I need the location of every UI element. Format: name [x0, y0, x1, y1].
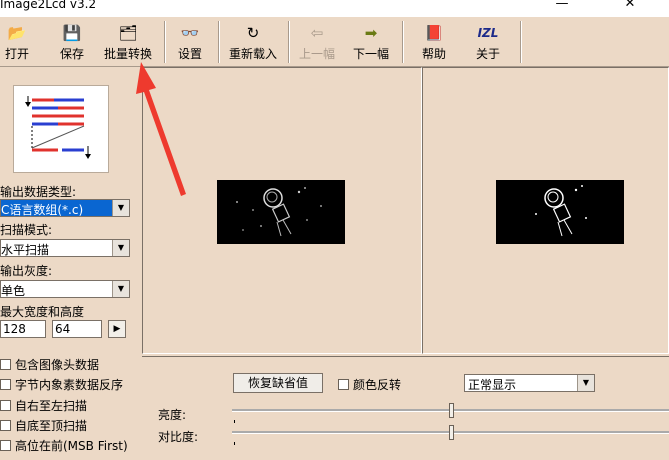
msb-first-checkbox[interactable]: 高位在前(MSB First)	[0, 437, 128, 455]
restore-defaults-button[interactable]: 恢复缺省值	[233, 373, 323, 393]
annotation-arrow	[136, 62, 186, 196]
gray-level-select[interactable]: 单色 ▼	[0, 280, 130, 298]
contrast-thumb[interactable]	[449, 425, 454, 440]
brightness-label: 亮度:	[158, 408, 187, 422]
brightness-thumb[interactable]	[449, 403, 454, 418]
toolbar-separator	[288, 21, 290, 63]
reverse-byte-pixels-label: 字节内象素数据反序	[15, 378, 124, 392]
chevron-down-icon[interactable]: ▼	[112, 281, 129, 297]
checkbox-box[interactable]	[0, 440, 11, 451]
batch-convert-icon: 🗂	[118, 24, 138, 42]
converted-image-preview	[496, 180, 624, 244]
next-image-button[interactable]: ➡ 下一幅	[350, 20, 392, 64]
bottom-to-top-checkbox[interactable]: 自底至顶扫描	[0, 417, 87, 435]
window-title: Image2Lcd v3.2	[0, 0, 97, 11]
scan-mode-label: 扫描模式:	[0, 223, 53, 237]
scan-mode-value: 水平扫描	[1, 243, 50, 257]
chevron-down-icon[interactable]: ▼	[112, 240, 129, 256]
title-bar: Image2Lcd v3.2 — ✕	[0, 0, 669, 17]
close-button[interactable]: ✕	[610, 0, 650, 14]
max-size-label: 最大宽度和高度	[0, 305, 85, 319]
about-button[interactable]: IZL 关于	[472, 20, 504, 64]
previous-image-button[interactable]: ⇦ 上一幅	[296, 20, 338, 64]
display-mode-select[interactable]: 正常显示 ▼	[464, 374, 595, 392]
output-type-label: 输出数据类型:	[0, 185, 77, 199]
toolbar-separator	[218, 21, 220, 63]
toolbar-separator	[164, 21, 166, 63]
reload-button[interactable]: ↻ 重新载入	[226, 20, 280, 64]
next-image-label: 下一幅	[352, 47, 389, 61]
open-label: 打开	[4, 47, 29, 61]
toolbar-separator	[520, 21, 522, 63]
settings-pane: 输出数据类型: C语言数组(*.c) ▼ 扫描模式: 水平扫描 ▼ 输出灰度: …	[0, 67, 140, 459]
scan-direction-icon	[25, 96, 91, 159]
checkbox-box[interactable]	[0, 400, 11, 411]
reverse-byte-pixels-checkbox[interactable]: 字节内象素数据反序	[0, 376, 123, 394]
checkbox-box[interactable]	[0, 420, 11, 431]
output-type-select[interactable]: C语言数组(*.c) ▼	[0, 199, 130, 217]
arrow-left-icon: ⇦	[310, 24, 324, 42]
max-width-input[interactable]: 128	[0, 320, 46, 338]
msb-first-label: 高位在前(MSB First)	[15, 439, 128, 453]
help-label: 帮助	[421, 47, 446, 61]
reload-label: 重新载入	[228, 47, 277, 61]
contrast-label: 对比度:	[158, 430, 199, 444]
adjustment-panel: 恢复缺省值 颜色反转 正常显示 ▼ 亮度: 对比度:	[142, 356, 669, 460]
previous-image-label: 上一幅	[298, 47, 335, 61]
minimize-button[interactable]: —	[542, 0, 582, 14]
scan-mode-diagram	[13, 85, 109, 173]
open-button[interactable]: 📂 打开	[2, 20, 32, 64]
converted-image-panel	[422, 67, 669, 354]
contrast-slider[interactable]	[232, 423, 669, 445]
gray-level-value: 单色	[1, 284, 26, 298]
gray-level-label: 输出灰度:	[0, 264, 53, 278]
help-book-icon: 📕	[424, 24, 444, 42]
toolbar: 📂 打开 💾 保存 🗂 批量转换 👓 设置 ↻ 重新载入 ⇦ 上一幅 ➡ 下一幅…	[0, 17, 669, 67]
help-button[interactable]: 📕 帮助	[418, 20, 450, 64]
checkbox-box[interactable]	[0, 379, 11, 390]
save-button[interactable]: 💾 保存	[57, 20, 87, 64]
include-header-checkbox[interactable]: 包含图像头数据	[0, 356, 99, 374]
chevron-down-icon[interactable]: ▼	[112, 200, 129, 216]
bottom-to-top-label: 自底至顶扫描	[15, 419, 88, 433]
right-to-left-checkbox[interactable]: 自右至左扫描	[0, 397, 87, 415]
display-mode-value: 正常显示	[468, 378, 517, 392]
save-label: 保存	[59, 47, 84, 61]
invert-color-checkbox[interactable]: 颜色反转	[338, 376, 401, 394]
floppy-disk-icon: 💾	[62, 24, 82, 42]
glasses-icon: 👓	[180, 24, 200, 42]
invert-color-label: 颜色反转	[353, 378, 402, 392]
about-logo-icon: IZL	[477, 26, 499, 40]
arrow-right-icon: ➡	[364, 24, 378, 42]
checkbox-box[interactable]	[0, 359, 11, 370]
right-to-left-label: 自右至左扫描	[15, 399, 88, 413]
toolbar-separator	[402, 21, 404, 63]
brightness-slider[interactable]	[232, 401, 669, 423]
output-type-value: C语言数组(*.c)	[1, 203, 84, 217]
chevron-down-icon[interactable]: ▼	[577, 375, 594, 391]
slider-tick	[234, 442, 235, 445]
folder-open-icon: 📂	[7, 24, 27, 42]
apply-size-button[interactable]: ▶	[108, 320, 126, 338]
scan-mode-select[interactable]: 水平扫描 ▼	[0, 239, 130, 257]
about-label: 关于	[475, 47, 500, 61]
include-header-label: 包含图像头数据	[15, 358, 100, 372]
max-height-input[interactable]: 64	[52, 320, 102, 338]
reload-icon: ↻	[246, 24, 260, 42]
checkbox-box[interactable]	[338, 379, 349, 390]
source-image-preview	[217, 180, 345, 244]
